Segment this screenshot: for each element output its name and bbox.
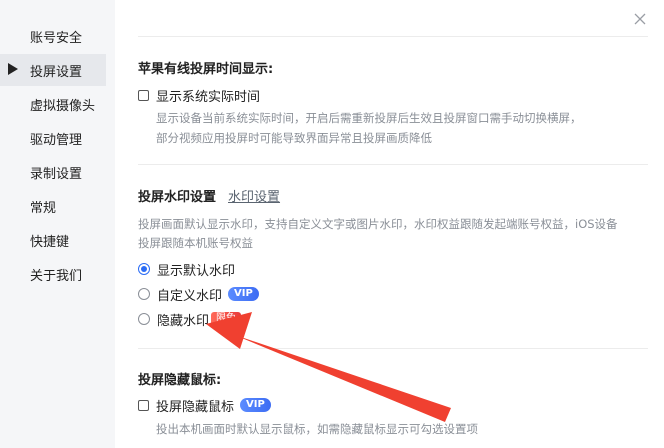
sidebar-item-label: 关于我们 [30,268,83,284]
watermark-default-radio[interactable] [138,263,150,275]
sidebar-item-driver-management[interactable]: 驱动管理 [0,122,106,154]
divider [138,348,648,349]
sidebar-item-label: 录制设置 [30,166,83,182]
section-title-wired-time: 苹果有线投屏时间显示: [138,62,274,77]
sidebar-item-account-security[interactable]: 账号安全 [0,20,106,52]
watermark-option-hide[interactable]: 隐藏水印 限免 [138,309,242,329]
hide-mouse-label: 投屏隐藏鼠标 [156,399,235,415]
hide-mouse-option[interactable]: 投屏隐藏鼠标 VIP [138,395,271,415]
sidebar-item-label: 快捷键 [30,234,70,250]
watermark-default-label: 显示默认水印 [157,263,236,279]
watermark-custom-label: 自定义水印 [157,288,223,304]
section-title-hide-mouse: 投屏隐藏鼠标: [138,373,222,388]
hide-mouse-checkbox[interactable] [138,399,149,411]
sidebar-item-cast-settings[interactable]: 投屏设置 [0,54,106,86]
hide-mouse-description: 投出本机画面时默认显示鼠标，如需隐藏鼠标显示可勾选设置项 [156,422,478,436]
sidebar-item-label: 投屏设置 [30,64,83,80]
show-system-time-checkbox[interactable] [138,89,149,101]
divider [138,164,648,165]
wired-time-description-line1: 显示设备当前系统实际时间，开启后需重新投屏后生效且投屏窗口需手动切换横屏， [156,111,582,125]
sidebar-item-about-us[interactable]: 关于我们 [0,258,106,290]
show-system-time-option[interactable]: 显示系统实际时间 [138,85,260,105]
sidebar: 账号安全 投屏设置 虚拟摄像头 驱动管理 录制设置 常规 快捷键 关于我们 [0,0,115,448]
limited-free-badge: 限免 [211,312,242,326]
close-icon [634,13,646,25]
watermark-option-custom[interactable]: 自定义水印 VIP [138,284,259,304]
watermark-option-default[interactable]: 显示默认水印 [138,259,235,279]
watermark-hide-radio[interactable] [138,313,150,325]
close-button[interactable] [632,11,648,27]
watermark-settings-link[interactable]: 水印设置 [228,186,280,205]
vip-badge: VIP [240,398,271,412]
wired-time-description-line2: 部分视频应用投屏时可能导致界面异常且投屏画质降低 [156,131,432,145]
watermark-hide-label: 隐藏水印 [157,313,210,329]
section-title-watermark: 投屏水印设置 [138,190,217,205]
sidebar-item-general[interactable]: 常规 [0,190,106,222]
caret-right-icon [8,63,18,75]
vip-badge: VIP [228,287,259,301]
divider [138,36,648,37]
watermark-custom-radio[interactable] [138,288,150,300]
sidebar-item-label: 驱动管理 [30,132,83,148]
sidebar-item-label: 账号安全 [30,30,83,46]
sidebar-item-recording-settings[interactable]: 录制设置 [0,156,106,188]
sidebar-item-shortcuts[interactable]: 快捷键 [0,224,106,256]
sidebar-item-label: 虚拟摄像头 [30,98,96,114]
watermark-description-line2: 投屏跟随本机账号权益 [138,236,253,250]
show-system-time-label: 显示系统实际时间 [156,89,261,105]
sidebar-item-label: 常规 [30,200,57,216]
watermark-description-line1: 投屏画面默认显示水印，支持自定义文字或图片水印，水印权益跟随发起端账号权益，iO… [138,217,618,231]
sidebar-item-virtual-camera[interactable]: 虚拟摄像头 [0,88,106,120]
